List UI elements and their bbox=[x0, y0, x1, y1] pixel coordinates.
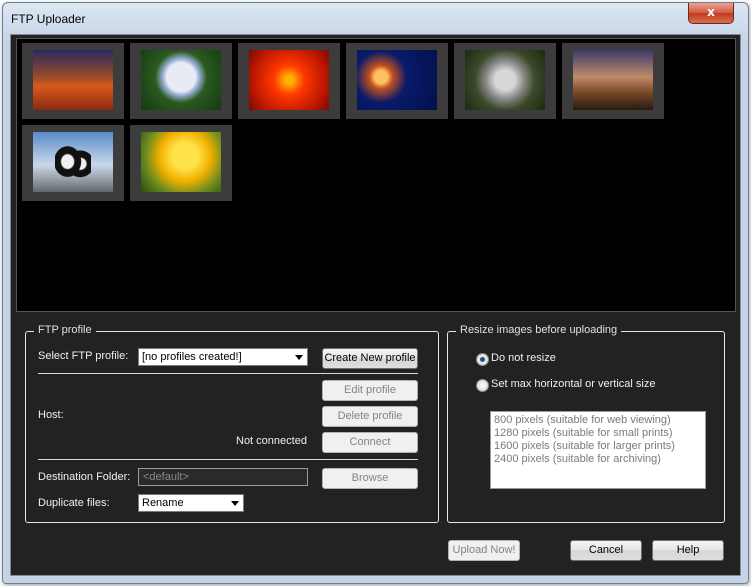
resize-legend: Resize images before uploading bbox=[456, 324, 622, 336]
profile-select[interactable]: [no profiles created!] bbox=[138, 348, 308, 366]
duplicate-files-label: Duplicate files: bbox=[38, 497, 110, 509]
title-bar[interactable]: FTP Uploader x bbox=[3, 3, 748, 33]
list-item[interactable]: 1600 pixels (suitable for larger prints) bbox=[494, 440, 675, 452]
thumbnail-penguins[interactable] bbox=[22, 125, 124, 201]
create-profile-button[interactable]: Create New profile bbox=[322, 348, 418, 369]
divider bbox=[38, 373, 418, 374]
thumbnail-hydrangea[interactable] bbox=[130, 43, 232, 119]
upload-now-button[interactable]: Upload Now! bbox=[448, 540, 520, 561]
cancel-button[interactable]: Cancel bbox=[570, 540, 642, 561]
profile-select-value: [no profiles created!] bbox=[142, 351, 242, 363]
divider bbox=[38, 459, 418, 460]
hydrangea-photo bbox=[141, 50, 221, 110]
select-profile-label: Select FTP profile: bbox=[38, 350, 129, 362]
browse-button[interactable]: Browse bbox=[322, 468, 418, 489]
help-button[interactable]: Help bbox=[652, 540, 724, 561]
koala-photo bbox=[465, 50, 545, 110]
do-not-resize-label[interactable]: Do not resize bbox=[491, 352, 556, 364]
dialog-client-area: FTP profile Select FTP profile: [no prof… bbox=[10, 34, 741, 576]
resize-images-group: Resize images before uploading Do not re… bbox=[447, 324, 725, 523]
destination-folder-label: Destination Folder: bbox=[38, 471, 131, 483]
thumbnail-desert[interactable] bbox=[22, 43, 124, 119]
size-options-list[interactable]: 800 pixels (suitable for web viewing) 12… bbox=[490, 411, 706, 489]
image-gallery bbox=[16, 38, 736, 312]
list-item[interactable]: 2400 pixels (suitable for archiving) bbox=[494, 453, 661, 465]
host-label: Host: bbox=[38, 409, 64, 421]
tulips-photo bbox=[141, 132, 221, 192]
edit-profile-button[interactable]: Edit profile bbox=[322, 380, 418, 401]
ftp-uploader-window: FTP Uploader x FTP profile Select FTP pr… bbox=[2, 2, 749, 584]
jellyfish-photo bbox=[357, 50, 437, 110]
chevron-down-icon bbox=[295, 355, 303, 360]
list-item[interactable]: 1280 pixels (suitable for small prints) bbox=[494, 427, 673, 439]
desert-photo bbox=[33, 50, 113, 110]
destination-folder-placeholder: <default> bbox=[143, 471, 189, 483]
list-item[interactable]: 800 pixels (suitable for web viewing) bbox=[494, 414, 671, 426]
chevron-down-icon bbox=[231, 501, 239, 506]
connection-status: Not connected bbox=[236, 435, 307, 447]
set-max-size-label[interactable]: Set max horizontal or vertical size bbox=[491, 378, 655, 390]
penguins-photo bbox=[33, 132, 113, 192]
delete-profile-button[interactable]: Delete profile bbox=[322, 406, 418, 427]
thumbnail-lighthouse[interactable] bbox=[562, 43, 664, 119]
destination-folder-input[interactable]: <default> bbox=[138, 468, 308, 486]
connect-button[interactable]: Connect bbox=[322, 432, 418, 453]
thumbnail-tulips[interactable] bbox=[130, 125, 232, 201]
ftp-profile-group: FTP profile Select FTP profile: [no prof… bbox=[25, 324, 439, 523]
close-button[interactable]: x bbox=[688, 3, 734, 24]
window-title: FTP Uploader bbox=[11, 12, 86, 26]
duplicate-files-value: Rename bbox=[142, 497, 184, 509]
thumbnail-chrysanthemum[interactable] bbox=[238, 43, 340, 119]
set-max-size-radio[interactable] bbox=[476, 379, 489, 392]
chrysanthemum-photo bbox=[249, 50, 329, 110]
close-icon: x bbox=[707, 5, 715, 19]
lighthouse-photo bbox=[573, 50, 653, 110]
do-not-resize-radio[interactable] bbox=[476, 353, 489, 366]
thumbnail-koala[interactable] bbox=[454, 43, 556, 119]
duplicate-files-select[interactable]: Rename bbox=[138, 494, 244, 512]
ftp-profile-legend: FTP profile bbox=[34, 324, 96, 336]
thumbnail-jellyfish[interactable] bbox=[346, 43, 448, 119]
